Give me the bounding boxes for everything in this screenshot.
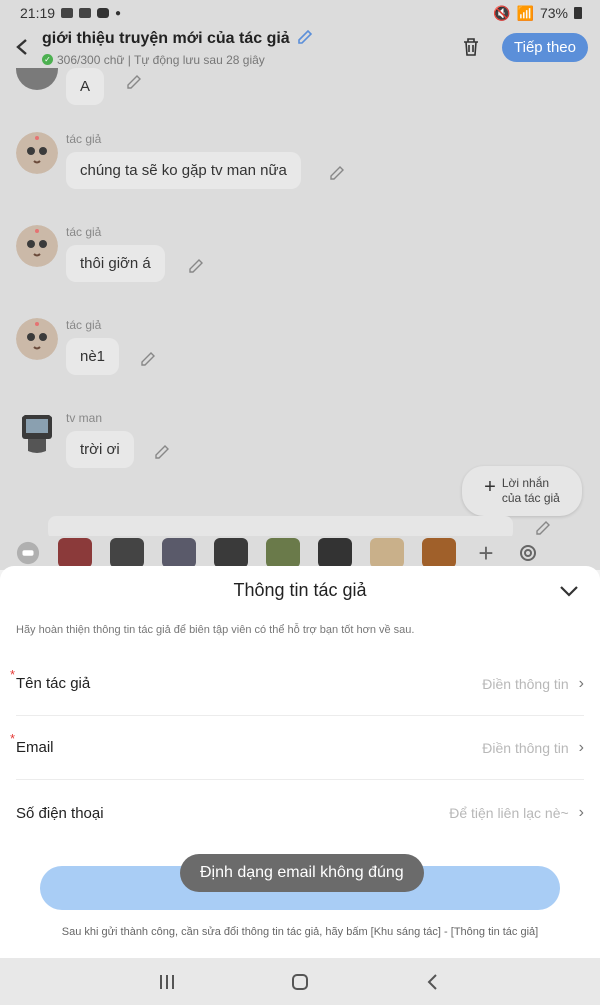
sticker-item[interactable] (422, 538, 456, 568)
sticker-item[interactable] (162, 538, 196, 568)
field-placeholder: Điền thông tin (482, 675, 569, 692)
home-icon[interactable] (287, 969, 313, 995)
sticker-item[interactable] (58, 538, 92, 568)
chat-area: A tác giả chúng ta sẽ ko gặp tv man nữa … (0, 68, 600, 536)
required-mark: * (10, 731, 16, 746)
message-bubble: A (66, 68, 105, 105)
chevron-right-icon: › (578, 738, 584, 756)
sticker-item[interactable] (318, 538, 352, 568)
chevron-down-icon[interactable] (558, 580, 580, 602)
message-bubble: trời ơi (66, 431, 134, 468)
author-name: tác giả (66, 318, 102, 332)
avatar (16, 411, 58, 453)
sheet-footer-note: Sau khi gửi thành công, cần sửa đổi thôn… (61, 926, 539, 938)
page-title: giới thiệu truyện mới của tác giả (42, 30, 290, 47)
system-nav-bar (0, 958, 600, 1005)
field-label: Email (16, 739, 54, 756)
avatar (16, 225, 58, 267)
chevron-right-icon: › (578, 674, 584, 692)
mute-icon: 🔇 (493, 4, 511, 21)
check-icon: ✓ (42, 54, 53, 65)
chat-bubble-icon[interactable] (16, 541, 40, 565)
sticker-item[interactable] (370, 538, 404, 568)
clock: 21:19 (20, 5, 56, 21)
back-icon[interactable] (12, 37, 32, 57)
message-bubble: thôi giỡn á (66, 245, 165, 282)
author-name: tác giả (66, 225, 102, 239)
author-name-field[interactable]: * Tên tác giả Điền thông tin › (10, 652, 584, 716)
phone-field[interactable]: Số điện thoại Để tiện liên lạc nè~ › (16, 781, 584, 845)
message-bubble: nè1 (66, 338, 120, 375)
edit-message-icon[interactable] (154, 444, 170, 460)
screen-icon (61, 8, 74, 18)
wifi-icon: 📶 (516, 4, 534, 21)
edit-title-icon[interactable] (296, 28, 314, 51)
chevron-right-icon: › (578, 804, 584, 821)
edit-message-icon[interactable] (140, 351, 156, 367)
email-field[interactable]: * Email Điền thông tin › (10, 716, 584, 780)
dot-icon: ● (115, 7, 122, 19)
app-header: giới thiệu truyện mới của tác giả ✓ 306/… (0, 26, 600, 68)
author-note-button[interactable]: + Lời nhắn của tác giả (462, 466, 582, 516)
image-icon (79, 8, 92, 18)
status-bar: 21:19 ● 🔇 📶 73% (0, 0, 600, 26)
trash-icon[interactable] (460, 36, 482, 58)
edit-message-icon[interactable] (329, 165, 345, 181)
field-label: Số điện thoại (16, 804, 104, 822)
sticker-item[interactable] (110, 538, 144, 568)
add-sticker-icon[interactable]: + (474, 538, 498, 568)
back-nav-icon[interactable] (420, 969, 446, 995)
author-name: tv man (66, 411, 103, 425)
sticker-item[interactable] (266, 538, 300, 568)
edit-message-icon[interactable] (188, 258, 204, 274)
youtube-icon (97, 8, 110, 18)
field-placeholder: Điền thông tin (482, 739, 569, 756)
author-note-label-2: của tác giả (501, 491, 560, 505)
next-button[interactable]: Tiếp theo (502, 32, 588, 62)
autosave-status: 306/300 chữ | Tự động lưu sau 28 giây (57, 52, 265, 67)
message-input[interactable] (48, 516, 513, 536)
battery-icon (574, 7, 582, 19)
sticker-item[interactable] (214, 538, 248, 568)
author-info-sheet: Thông tin tác giả Hãy hoàn thiện thông t… (0, 566, 600, 958)
avatar (16, 132, 58, 174)
avatar (16, 318, 58, 360)
edit-message-icon[interactable] (126, 74, 142, 90)
edit-icon[interactable] (535, 520, 551, 536)
field-label: Tên tác giả (16, 675, 91, 692)
sheet-hint: Hãy hoàn thiện thông tin tác giả để biên… (16, 624, 415, 636)
battery-level: 73% (539, 5, 568, 21)
author-name: tác giả (66, 132, 102, 146)
error-toast: Định dạng email không đúng (180, 854, 424, 892)
author-note-label-1: Lời nhắn (501, 476, 550, 490)
message-bubble: chúng ta sẽ ko gặp tv man nữa (66, 152, 301, 189)
required-mark: * (10, 667, 16, 682)
sheet-title: Thông tin tác giả (233, 580, 367, 600)
plus-icon: + (484, 475, 496, 498)
field-placeholder: Để tiện liên lạc nè~ (449, 805, 569, 821)
gear-icon[interactable] (516, 541, 540, 565)
sticker-bar: + (0, 536, 600, 570)
recent-apps-icon[interactable] (154, 969, 180, 995)
avatar (16, 68, 58, 90)
